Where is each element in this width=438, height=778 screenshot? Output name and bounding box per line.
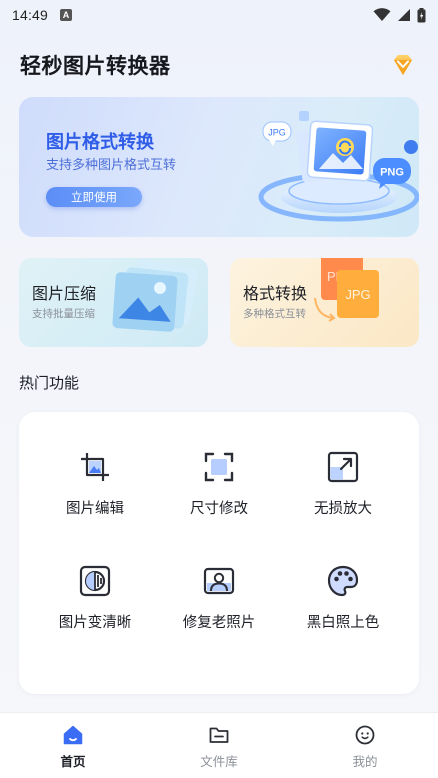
- card-compress-title: 图片压缩: [32, 284, 97, 303]
- jpg-badge: JPG: [268, 128, 286, 138]
- nav-label: 我的: [352, 754, 378, 769]
- nav-label: 文件库: [200, 754, 238, 769]
- status-a-badge: A: [60, 9, 73, 21]
- nav-file-library[interactable]: 文件库: [146, 713, 292, 778]
- portrait-icon: [203, 567, 235, 595]
- bottom-nav: 首页 文件库 我的: [0, 712, 438, 778]
- card-image-compress[interactable]: 图片压缩 支持批量压缩: [19, 258, 208, 347]
- compress-illustration: [112, 259, 198, 332]
- signal-icon: [398, 9, 410, 21]
- status-bar: 14:49 A: [0, 0, 438, 30]
- card-compress-subtitle: 支持批量压缩: [32, 308, 95, 320]
- app-header: 轻秒图片转换器: [20, 48, 418, 82]
- status-time: 14:49: [12, 7, 49, 23]
- nav-label: 首页: [60, 754, 86, 769]
- expand-icon: [327, 451, 359, 483]
- art-label-jpg: JPG: [345, 287, 370, 302]
- tool-colorize-bw-photo[interactable]: 黑白照上色: [281, 564, 405, 644]
- profile-icon: [355, 725, 375, 745]
- tool-label: 无损放大: [314, 501, 372, 517]
- nav-mine[interactable]: 我的: [292, 713, 438, 778]
- palette-icon: [327, 565, 359, 597]
- hero-illustration: JPG PNG: [258, 111, 419, 222]
- format-convert-illustration: PN JPG: [314, 258, 379, 322]
- wifi-icon: [373, 8, 391, 21]
- diamond-icon[interactable]: [388, 50, 418, 80]
- hero-subtitle: 支持多种图片格式互转: [46, 158, 177, 173]
- home-icon: [63, 725, 83, 745]
- hero-title: 图片格式转换: [46, 132, 154, 153]
- card-format-subtitle: 多种格式互转: [243, 308, 306, 320]
- section-title-hot-features: 热门功能: [19, 374, 80, 392]
- app-title: 轻秒图片转换器: [20, 54, 171, 78]
- png-badge: PNG: [380, 167, 404, 179]
- sharpen-icon: [79, 565, 111, 597]
- tool-label: 黑白照上色: [306, 615, 380, 631]
- hero-banner-format-convert[interactable]: 图片格式转换 支持多种图片格式互转 立即使用 JPG PNG: [19, 97, 419, 237]
- card-format-convert[interactable]: PN JPG 格式转换 多种格式互转: [230, 258, 419, 347]
- tool-label: 尺寸修改: [190, 501, 248, 517]
- tool-label: 图片变清晰: [58, 615, 132, 631]
- tool-label: 图片编辑: [66, 501, 124, 517]
- tool-lossless-upscale[interactable]: 无损放大: [281, 450, 405, 530]
- hot-features-panel: 图片编辑 尺寸修改 无损放大 图片变清晰 修复老照片 黑白照上色: [19, 412, 419, 694]
- card-format-title: 格式转换: [243, 284, 308, 303]
- folder-icon: [209, 727, 229, 743]
- tool-restore-old-photo[interactable]: 修复老照片: [157, 564, 281, 644]
- crop-icon: [81, 453, 109, 481]
- nav-home[interactable]: 首页: [0, 713, 146, 778]
- use-now-button[interactable]: 立即使用: [46, 187, 142, 207]
- tool-label: 修复老照片: [182, 615, 256, 631]
- battery-icon: [417, 7, 426, 22]
- status-indicators: [373, 7, 426, 23]
- resize-frame-icon: [204, 452, 234, 482]
- tool-image-sharpen[interactable]: 图片变清晰: [33, 564, 157, 644]
- tool-image-edit[interactable]: 图片编辑: [33, 450, 157, 530]
- tool-size-modify[interactable]: 尺寸修改: [157, 450, 281, 530]
